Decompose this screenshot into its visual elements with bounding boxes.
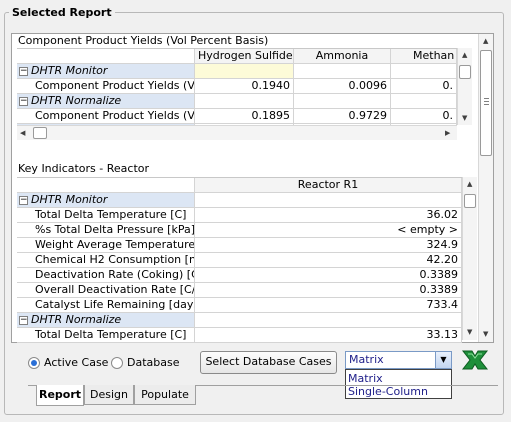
row-label-text: Component Product Yields (Vol bbox=[35, 109, 195, 122]
row-label: Total Delta Temperature [C] bbox=[17, 208, 195, 223]
report-vertical-scrollbar[interactable]: ▲ ▼ bbox=[478, 34, 493, 342]
collapse-icon[interactable]: − bbox=[19, 97, 28, 106]
report-scroll-area[interactable]: Component Product Yields (Vol Percent Ba… bbox=[11, 33, 494, 343]
table-cell[interactable]: 0.1895 bbox=[195, 109, 294, 124]
database-radio[interactable] bbox=[111, 357, 123, 369]
row-label-text: Deactivation Rate (Coking) [C/( bbox=[35, 268, 195, 281]
select-database-cases-button[interactable]: Select Database Cases bbox=[200, 351, 337, 374]
collapse-icon[interactable]: − bbox=[19, 316, 28, 325]
table-cell[interactable]: 36.02 bbox=[195, 208, 462, 223]
table-cell[interactable] bbox=[195, 94, 294, 109]
table-cell[interactable] bbox=[195, 64, 294, 79]
indicators-vertical-scrollbar[interactable]: ▲ ▼ bbox=[462, 177, 477, 340]
group-label: − DHTR Monitor bbox=[17, 193, 195, 208]
row-label-text: Total Delta Temperature [C] bbox=[35, 328, 187, 341]
collapse-icon[interactable]: − bbox=[19, 196, 28, 205]
table-cell[interactable]: 0. bbox=[391, 109, 457, 124]
table-cell[interactable]: 0. bbox=[391, 79, 457, 94]
active-case-label[interactable]: Active Case bbox=[44, 356, 108, 369]
tab-populate[interactable]: Populate bbox=[134, 385, 196, 405]
row-label: %s Total Delta Pressure [kPa] bbox=[17, 223, 195, 238]
row-label: Total Delta Temperature [C] bbox=[17, 328, 195, 343]
row-label-text: Total Delta Temperature [C] bbox=[35, 208, 187, 221]
collapse-icon[interactable]: − bbox=[19, 67, 28, 76]
indicators-grid[interactable]: Reactor R1 − DHTR Monitor Total Delta Temp… bbox=[17, 177, 462, 343]
row-label-text: DHTR Monitor bbox=[31, 64, 108, 77]
table-cell[interactable]: 42.20 bbox=[195, 253, 462, 268]
indicators-corner-cell bbox=[17, 178, 195, 193]
format-option-matrix[interactable]: Matrix bbox=[348, 372, 383, 385]
scroll-up-arrow-icon[interactable]: ▲ bbox=[462, 51, 467, 59]
row-label-text: DHTR Normalize bbox=[31, 313, 122, 326]
tab-report[interactable]: Report bbox=[36, 385, 84, 406]
scroll-down-arrow-icon[interactable]: ▼ bbox=[483, 330, 488, 338]
radio-selected-dot bbox=[31, 360, 37, 366]
scroll-thumb[interactable] bbox=[459, 65, 471, 79]
group-label: − DHTR Normalize bbox=[17, 94, 195, 109]
row-label: Deactivation Rate (Coking) [C/( bbox=[17, 268, 195, 283]
scroll-down-arrow-icon[interactable]: ▼ bbox=[467, 328, 472, 336]
table-cell[interactable] bbox=[391, 94, 457, 109]
chevron-down-icon[interactable]: ▼ bbox=[435, 352, 451, 368]
scroll-down-arrow-icon[interactable]: ▼ bbox=[462, 114, 467, 122]
scroll-left-arrow-icon[interactable]: ◀ bbox=[20, 129, 25, 137]
row-label-text: %s Total Delta Pressure [kPa] bbox=[35, 223, 195, 236]
yields-vertical-scrollbar[interactable]: ▲ ▼ bbox=[457, 48, 472, 125]
scroll-up-arrow-icon[interactable]: ▲ bbox=[483, 37, 488, 45]
row-label: Weight Average Temperature [C bbox=[17, 238, 195, 253]
row-label-text: Component Product Yields (Vol bbox=[35, 79, 195, 92]
tab-design[interactable]: Design bbox=[84, 385, 134, 405]
row-label: Component Product Yields (Vol bbox=[17, 109, 195, 124]
format-dropdown-list[interactable]: Matrix Single-Column bbox=[345, 369, 452, 399]
yields-horizontal-scrollbar[interactable]: ◀ ▶ bbox=[17, 125, 457, 140]
table-cell[interactable]: 733.4 bbox=[195, 298, 462, 313]
table-cell[interactable]: 33.13 bbox=[195, 328, 462, 343]
row-label-text: Chemical H2 Consumption [nm bbox=[35, 253, 195, 266]
table-cell[interactable] bbox=[391, 64, 457, 79]
indicators-section-title: Key Indicators - Reactor bbox=[18, 162, 150, 175]
yields-corner-cell bbox=[17, 49, 195, 64]
table-cell[interactable]: 0.9729 bbox=[294, 109, 391, 124]
selected-report-title: Selected Report bbox=[9, 6, 115, 19]
row-label-text: DHTR Monitor bbox=[31, 193, 108, 206]
table-cell[interactable]: < empty > bbox=[195, 223, 462, 238]
yields-section-title: Component Product Yields (Vol Percent Ba… bbox=[18, 34, 269, 47]
scroll-thumb[interactable] bbox=[464, 194, 476, 208]
format-select[interactable]: Matrix ▼ bbox=[345, 351, 452, 369]
row-label-text: Weight Average Temperature [C bbox=[35, 238, 195, 251]
column-header[interactable]: Reactor R1 bbox=[195, 178, 462, 193]
table-cell[interactable]: 324.9 bbox=[195, 238, 462, 253]
group-label: − DHTR Normalize bbox=[17, 313, 195, 328]
group-label: − DHTR Monitor bbox=[17, 64, 195, 79]
table-cell[interactable] bbox=[294, 94, 391, 109]
scroll-thumb[interactable] bbox=[480, 50, 492, 156]
scroll-up-arrow-icon[interactable]: ▲ bbox=[467, 180, 472, 188]
table-cell[interactable]: 0.0096 bbox=[294, 79, 391, 94]
row-label: Overall Deactivation Rate [C/(bl bbox=[17, 283, 195, 298]
scroll-right-arrow-icon[interactable]: ▶ bbox=[445, 129, 450, 137]
column-header[interactable]: Methan bbox=[391, 49, 457, 64]
table-cell[interactable] bbox=[195, 193, 462, 208]
column-header[interactable]: Ammonia bbox=[294, 49, 391, 64]
row-label: Catalyst Life Remaining [days] bbox=[17, 298, 195, 313]
row-label-text: Catalyst Life Remaining [days] bbox=[35, 298, 195, 311]
format-option-single-column[interactable]: Single-Column bbox=[348, 385, 428, 398]
table-cell[interactable]: 0.1940 bbox=[195, 79, 294, 94]
column-header[interactable]: Hydrogen Sulfide bbox=[195, 49, 294, 64]
format-select-value: Matrix bbox=[349, 353, 384, 366]
table-cell[interactable]: 0.3389 bbox=[195, 283, 462, 298]
row-label-text: Overall Deactivation Rate [C/(bl bbox=[35, 283, 195, 296]
table-cell[interactable]: 0.3389 bbox=[195, 268, 462, 283]
table-cell[interactable] bbox=[195, 313, 462, 328]
row-label-text: DHTR Normalize bbox=[31, 94, 122, 107]
excel-export-icon[interactable] bbox=[460, 348, 490, 372]
row-label: Chemical H2 Consumption [nm bbox=[17, 253, 195, 268]
active-case-radio[interactable] bbox=[28, 357, 40, 369]
table-cell[interactable] bbox=[294, 64, 391, 79]
scroll-thumb[interactable] bbox=[33, 127, 47, 139]
row-label: Component Product Yields (Vol bbox=[17, 79, 195, 94]
database-label[interactable]: Database bbox=[127, 356, 180, 369]
